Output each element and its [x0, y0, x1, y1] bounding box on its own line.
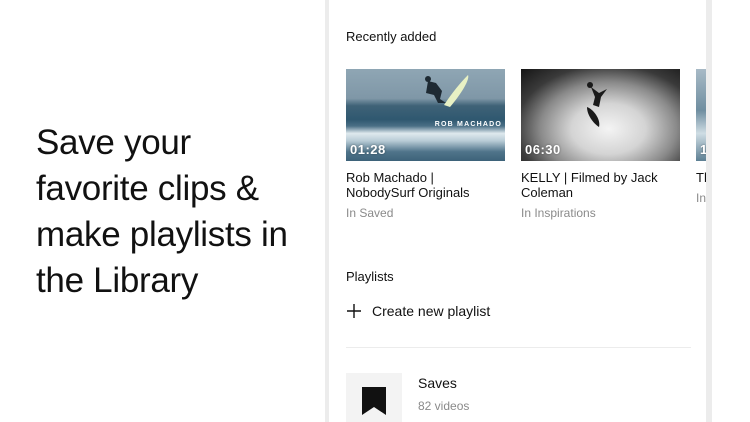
duration-badge: 01:28 — [350, 142, 386, 157]
promo-headline: Save your favorite clips & make playlist… — [36, 123, 288, 300]
video-thumbnail[interactable]: ROB MACHADO 01:28 — [346, 69, 505, 161]
bookmark-icon — [362, 387, 386, 415]
video-title[interactable]: Th — [696, 170, 706, 185]
playlist-item[interactable]: Saves 82 videos — [346, 373, 469, 422]
playlist-name: Saves — [418, 375, 457, 391]
recently-added-heading: Recently added — [346, 29, 437, 44]
video-thumbnail[interactable]: 1 — [696, 69, 708, 161]
video-title[interactable]: Rob Machado | NobodySurf Originals — [346, 170, 505, 200]
promo-screen: Save your favorite clips & make playlist… — [0, 0, 750, 422]
playlist-thumbnail — [346, 373, 402, 422]
playlist-count: 82 videos — [418, 399, 470, 413]
video-card[interactable]: 06:30 KELLY | Filmed by Jack Coleman In … — [521, 69, 680, 220]
thumbnail-caption: ROB MACHADO — [434, 121, 502, 128]
duration-badge: 06:30 — [525, 142, 561, 157]
video-location: In Saved — [346, 206, 394, 220]
plus-icon — [347, 304, 361, 318]
video-thumbnail[interactable]: 06:30 — [521, 69, 680, 161]
video-title[interactable]: KELLY | Filmed by Jack Coleman — [521, 170, 680, 200]
duration-badge: 1 — [700, 142, 708, 157]
surfer-graphic — [587, 82, 607, 127]
video-card[interactable]: ROB MACHADO 01:28 Rob Machado | NobodySu… — [346, 69, 505, 220]
video-location: In Inspirations — [521, 206, 596, 220]
divider — [346, 347, 691, 348]
playlists-heading: Playlists — [346, 269, 394, 284]
surfer-graphic — [425, 75, 469, 107]
create-playlist-button[interactable]: Create new playlist — [346, 303, 490, 319]
recent-videos-carousel[interactable]: ROB MACHADO 01:28 Rob Machado | NobodySu… — [346, 69, 708, 229]
video-card[interactable]: 1 Th In — [696, 69, 708, 205]
library-screen: Recently added ROB MACHADO 01:28 Rob Mac… — [325, 0, 712, 422]
create-playlist-label: Create new playlist — [372, 303, 491, 319]
playlist-info: Saves 82 videos — [418, 373, 469, 413]
video-location: In — [696, 191, 707, 205]
